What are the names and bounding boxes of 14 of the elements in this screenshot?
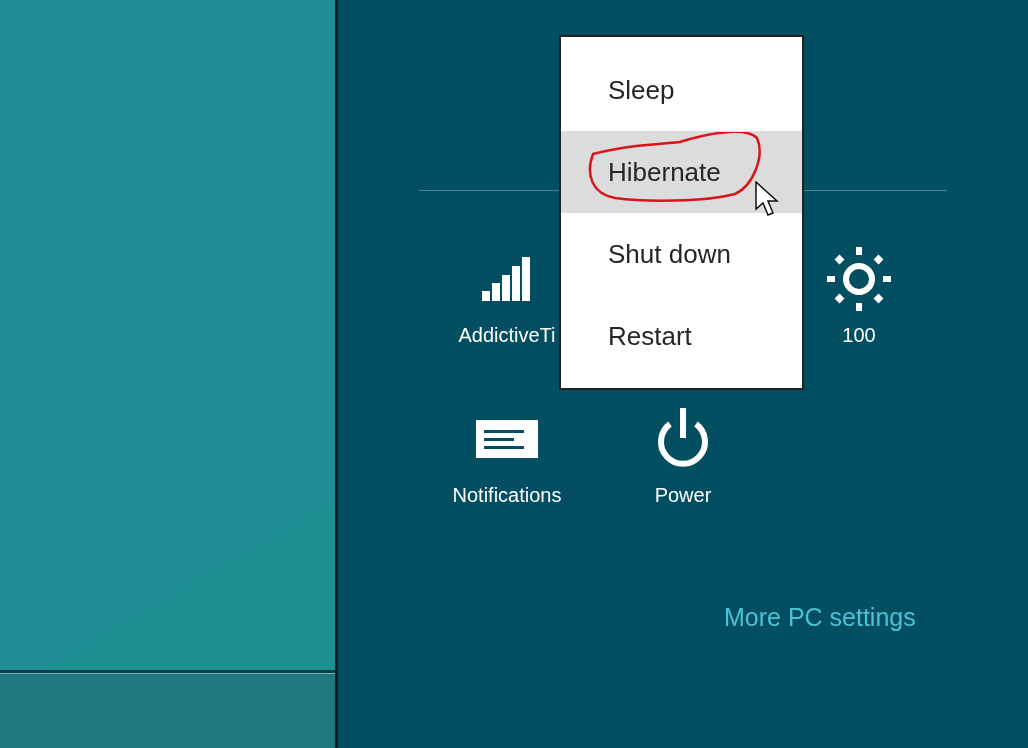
power-icon[interactable]: [655, 408, 711, 470]
menu-item[interactable]: Restart: [561, 295, 802, 377]
sun-icon[interactable]: [827, 247, 891, 311]
message-icon[interactable]: [476, 420, 538, 458]
menu-item[interactable]: Hibernate: [561, 131, 802, 213]
signal-icon[interactable]: [482, 257, 532, 301]
menu-item[interactable]: Sleep: [561, 49, 802, 131]
tile-label: Notifications: [452, 483, 562, 507]
tile-label: AddictiveTi: [458, 323, 556, 347]
tile-label: 100: [842, 323, 876, 347]
mouse-cursor-icon: [755, 181, 781, 219]
more-settings-link[interactable]: More PC settings: [724, 599, 1028, 637]
tile-label: Power: [654, 483, 712, 507]
menu-item[interactable]: Shut down: [561, 213, 802, 295]
